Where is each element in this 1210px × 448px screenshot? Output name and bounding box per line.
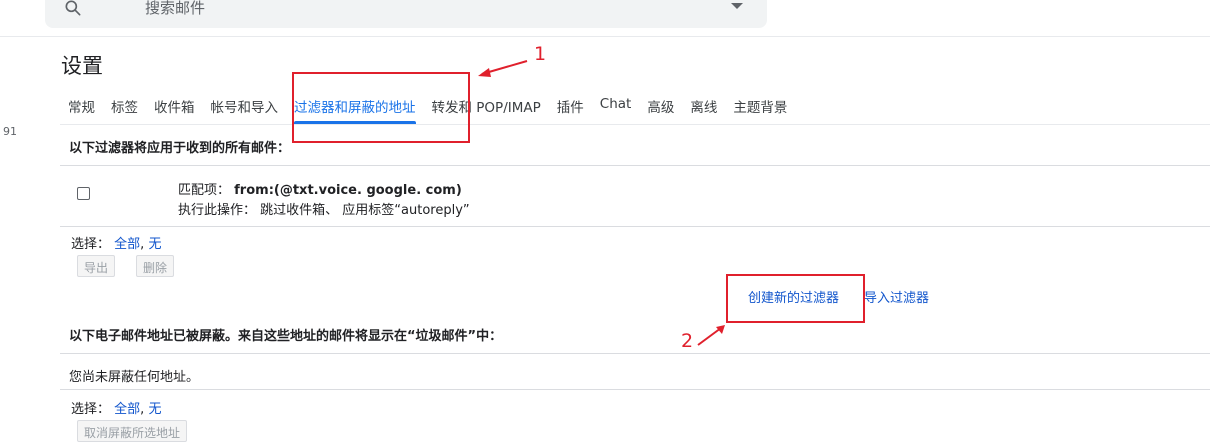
filters-bottom-divider (60, 226, 1210, 227)
filter-action-label: 执行此操作： (178, 203, 257, 218)
search-icon[interactable] (63, 0, 83, 18)
filter-checkbox[interactable] (77, 187, 90, 200)
blocked-section-header: 以下电子邮件地址已被屏蔽。来自这些地址的邮件将显示在“垃圾邮件”中： (69, 329, 503, 344)
page-title: 设置 (61, 54, 103, 78)
tab-labels[interactable]: 标签 (103, 86, 146, 124)
filter-match-row[interactable]: 匹配项： from:(@txt.voice. google. com) (178, 179, 462, 198)
tab-inbox[interactable]: 收件箱 (146, 86, 203, 124)
search-bar[interactable]: 搜索邮件 (45, 0, 767, 28)
tabs-divider (60, 124, 1210, 125)
tab-accounts-import[interactable]: 帐号和导入 (203, 86, 287, 124)
annotation-arrow-2-icon (697, 325, 725, 346)
blocked-select-label: 选择： (71, 402, 111, 417)
select-all-link[interactable]: 全部 (114, 237, 140, 252)
annotation-number-1: 1 (534, 43, 547, 65)
annotation-box-2 (726, 274, 865, 323)
annotation-box-1 (292, 72, 470, 143)
top-divider (0, 36, 1210, 37)
tab-chat[interactable]: Chat (592, 86, 640, 124)
filter-action-value: 跳过收件箱、 应用标签“autoreply” (260, 203, 470, 218)
search-input[interactable]: 搜索邮件 (145, 0, 205, 18)
tab-themes[interactable]: 主题背景 (725, 86, 795, 124)
tab-addons[interactable]: 插件 (549, 86, 592, 124)
select-none-link[interactable]: 无 (148, 237, 161, 252)
filters-section-header: 以下过滤器将应用于收到的所有邮件： (69, 141, 291, 156)
tab-advanced[interactable]: 高级 (639, 86, 682, 124)
tab-offline[interactable]: 离线 (682, 86, 725, 124)
filter-match-value: from:(@txt.voice. google. com) (234, 183, 462, 198)
unblock-selected-button[interactable]: 取消屏蔽所选地址 (77, 420, 188, 442)
blocked-bottom-divider (60, 389, 1210, 390)
select-label: 选择： (71, 237, 111, 252)
search-options-dropdown-icon[interactable] (731, 3, 743, 9)
blocked-select-all-link[interactable]: 全部 (114, 402, 140, 417)
no-blocked-addresses-text: 您尚未屏蔽任何地址。 (69, 370, 200, 385)
filters-select-row: 选择： 全部, 无 (71, 237, 162, 252)
left-number: 91 (3, 125, 17, 138)
filter-action-row[interactable]: 执行此操作： 跳过收件箱、 应用标签“autoreply” (178, 199, 470, 218)
filter-match-label: 匹配项： (178, 183, 231, 198)
blocked-select-none-link[interactable]: 无 (148, 402, 161, 417)
tab-general[interactable]: 常规 (60, 86, 103, 124)
annotation-arrow-1-icon (478, 60, 528, 77)
delete-button[interactable]: 删除 (136, 255, 175, 277)
import-filters-link[interactable]: 导入过滤器 (864, 287, 929, 306)
filters-top-divider (60, 165, 1210, 166)
blocked-top-divider (60, 353, 1210, 354)
annotation-number-2: 2 (681, 330, 694, 352)
blocked-select-row: 选择： 全部, 无 (71, 402, 162, 417)
export-button[interactable]: 导出 (77, 255, 116, 277)
